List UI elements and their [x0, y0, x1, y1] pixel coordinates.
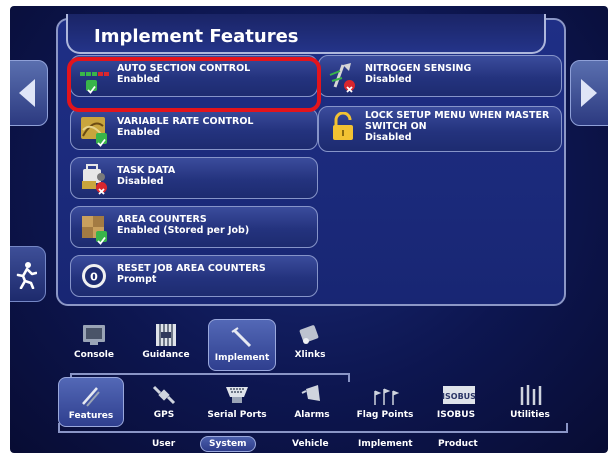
tab-isobus[interactable]: ISOBUS ISOBUS	[430, 383, 482, 427]
tab-label: Alarms	[294, 410, 330, 420]
category-product[interactable]: Product	[438, 439, 478, 449]
feature-title: TASK DATA	[117, 165, 176, 176]
xlinks-icon	[296, 323, 324, 347]
feature-title: AREA COUNTERS	[117, 214, 207, 225]
tab-console[interactable]: Console	[70, 323, 118, 367]
running-man-icon	[16, 262, 37, 289]
tab-label: Xlinks	[294, 350, 326, 360]
next-page-button[interactable]	[570, 60, 608, 126]
tab-guidance[interactable]: Guidance	[138, 323, 194, 367]
gps-icon	[150, 383, 178, 407]
arrow-left-icon	[19, 79, 35, 107]
screen: Implement Features AUTO SECTION CONTROL E…	[10, 6, 608, 453]
feature-status: Prompt	[117, 274, 157, 285]
disabled-x-icon	[96, 182, 107, 195]
selection-highlight	[67, 57, 321, 112]
feature-title: VARIABLE RATE CONTROL	[117, 116, 254, 127]
tab-label: GPS	[153, 410, 175, 420]
tab-xlinks[interactable]: Xlinks	[286, 323, 334, 367]
guidance-icon	[152, 323, 180, 347]
feature-status: Disabled	[117, 176, 164, 187]
lock-icon	[327, 111, 359, 142]
panel-title: Implement Features	[94, 26, 299, 47]
feature-variable-rate-control[interactable]: VARIABLE RATE CONTROL Enabled	[70, 108, 318, 150]
flag-points-icon	[371, 383, 400, 407]
tab-label: Serial Ports	[207, 410, 267, 420]
section-tabs-divider	[58, 431, 568, 433]
divider-tick	[566, 423, 568, 432]
feature-status: Disabled	[365, 132, 412, 143]
feature-title: NITROGEN SENSING	[365, 63, 472, 74]
category-implement[interactable]: Implement	[358, 439, 413, 449]
divider-tick	[58, 423, 60, 432]
features-icon	[77, 384, 105, 408]
feature-lock-setup-menu[interactable]: LOCK SETUP MENU WHEN MASTER SWITCH ON Disa…	[318, 106, 562, 152]
tab-alarms[interactable]: Alarms	[290, 383, 334, 427]
tab-label: ISOBUS	[436, 410, 476, 420]
reset-counter-icon: 0	[79, 261, 111, 291]
tab-utilities[interactable]: Utilities	[502, 383, 558, 427]
tab-label: Console	[74, 350, 114, 360]
feature-title: RESET JOB AREA COUNTERS	[117, 263, 266, 274]
exit-button[interactable]	[10, 246, 46, 302]
enabled-check-icon	[96, 231, 107, 245]
category-user[interactable]: User	[152, 439, 175, 449]
arrow-right-icon	[581, 79, 597, 107]
bottom-navigation: Console Guidance Implement Xlinks Featur…	[10, 311, 608, 453]
tab-label: Flag Points	[356, 410, 414, 420]
feature-area-counters[interactable]: AREA COUNTERS Enabled (Stored per Job)	[70, 206, 318, 248]
feature-status: Enabled (Stored per Job)	[117, 225, 250, 236]
enabled-check-icon	[96, 133, 107, 147]
implement-icon	[228, 326, 256, 350]
nitrogen-sensor-icon	[327, 61, 359, 93]
tab-label: Features	[68, 411, 114, 421]
utilities-icon	[516, 383, 544, 407]
feature-title: LOCK SETUP MENU WHEN MASTER	[365, 110, 550, 121]
svg-text:0: 0	[90, 271, 98, 284]
isobus-icon: ISOBUS	[442, 383, 476, 407]
tab-flag-points[interactable]: Flag Points	[354, 383, 416, 427]
disabled-x-icon	[344, 80, 355, 93]
console-icon	[80, 323, 108, 347]
tab-label: Utilities	[510, 410, 550, 420]
serial-port-icon	[223, 383, 251, 407]
feature-reset-job-area-counters[interactable]: 0 RESET JOB AREA COUNTERS Prompt	[70, 255, 318, 297]
tab-implement[interactable]: Implement	[208, 319, 276, 371]
isobus-logo-text: ISOBUS	[442, 392, 476, 401]
tab-label: Guidance	[142, 350, 190, 360]
tab-gps[interactable]: GPS	[142, 383, 186, 427]
variable-rate-icon	[79, 114, 111, 147]
tab-features[interactable]: Features	[58, 377, 124, 427]
tab-label: Implement	[214, 353, 270, 363]
category-vehicle[interactable]: Vehicle	[292, 439, 329, 449]
area-counter-icon	[79, 212, 111, 245]
divider-tick	[348, 373, 350, 382]
previous-page-button[interactable]	[10, 60, 48, 126]
feature-status: Disabled	[365, 74, 412, 85]
feature-title-continued: SWITCH ON	[365, 121, 427, 132]
feature-status: Enabled	[117, 127, 160, 138]
feature-task-data[interactable]: TASK DATA Disabled	[70, 157, 318, 199]
config-tabs-divider	[70, 373, 350, 375]
feature-nitrogen-sensing[interactable]: NITROGEN SENSING Disabled	[318, 55, 562, 97]
alarm-icon	[298, 383, 326, 407]
tab-serial-ports[interactable]: Serial Ports	[204, 383, 270, 427]
panel-title-tab: Implement Features	[66, 14, 546, 54]
category-system[interactable]: System	[200, 436, 256, 452]
task-data-icon	[79, 163, 111, 195]
